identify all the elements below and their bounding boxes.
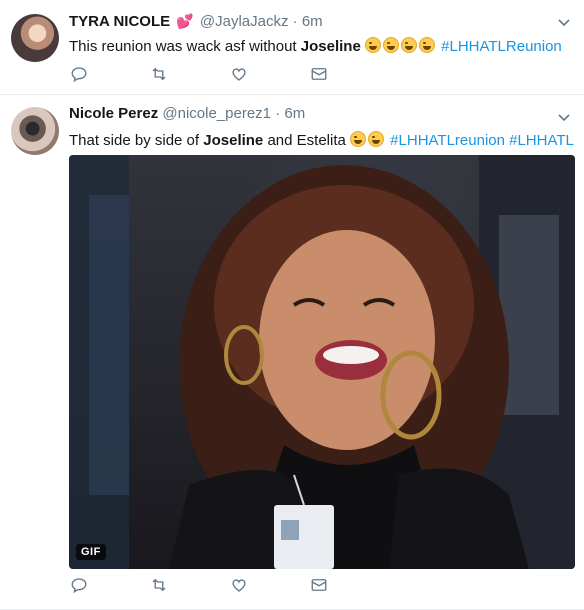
laughing-emoji-icon [350,131,366,147]
gif-badge: GIF [76,544,106,560]
tweet-actions [69,575,369,595]
laughing-emoji-icon [382,37,399,53]
separator: · [275,105,281,122]
heart-emoji: 💕 [176,13,194,29]
laughing-emoji-icon [400,37,417,53]
reply-icon[interactable] [69,575,89,595]
timestamp[interactable]: 6m [302,13,323,30]
tweet-text-part: and Estelita [263,132,350,149]
user-name[interactable]: TYRA NICOLE [69,13,170,30]
hashtag-link[interactable]: #LHHATLreunion #LHHATL [390,132,574,149]
user-handle[interactable]: @nicole_perez1 [162,105,271,122]
like-icon[interactable] [229,575,249,595]
avatar[interactable] [11,107,59,155]
direct-message-icon[interactable] [309,575,329,595]
tweet-header: Nicole Perez @nicole_perez1 · 6m [69,105,305,122]
timestamp[interactable]: 6m [284,105,305,122]
tweet-text-bold: Joseline [300,38,361,55]
avatar[interactable] [11,14,59,62]
tweet-header: TYRA NICOLE 💕 @JaylaJackz · 6m [69,13,323,30]
gif-media[interactable]: GIF [69,155,575,569]
tweet-text-part: That side by side of [69,132,204,149]
retweet-icon[interactable] [149,575,169,595]
laughing-emoji-icon [418,37,435,53]
tweet-text: That side by side of Joseline and Esteli… [69,129,574,149]
tweet-text-part: This reunion was wack asf without [69,38,301,55]
separator: · [292,13,298,30]
tweet[interactable]: TYRA NICOLE 💕 @JaylaJackz · 6m This reun… [0,0,584,95]
like-icon[interactable] [229,64,249,84]
reply-icon[interactable] [69,64,89,84]
tweet-actions [69,64,369,84]
gif-frame [69,155,575,569]
user-name[interactable]: Nicole Perez [69,105,158,122]
retweet-icon[interactable] [149,64,169,84]
tweet-text-bold: Joseline [203,132,264,149]
chevron-down-icon[interactable] [558,111,570,122]
laughing-emoji-icon [368,131,384,147]
hashtag-link[interactable]: #LHHATLReunion [441,38,562,55]
tweet-text: This reunion was wack asf without Joseli… [69,35,562,55]
user-handle[interactable]: @JaylaJackz [200,13,289,30]
tweet[interactable]: Nicole Perez @nicole_perez1 · 6m That si… [0,95,584,610]
laughing-emoji-icon [364,37,381,53]
chevron-down-icon[interactable] [558,16,570,27]
direct-message-icon[interactable] [309,64,329,84]
